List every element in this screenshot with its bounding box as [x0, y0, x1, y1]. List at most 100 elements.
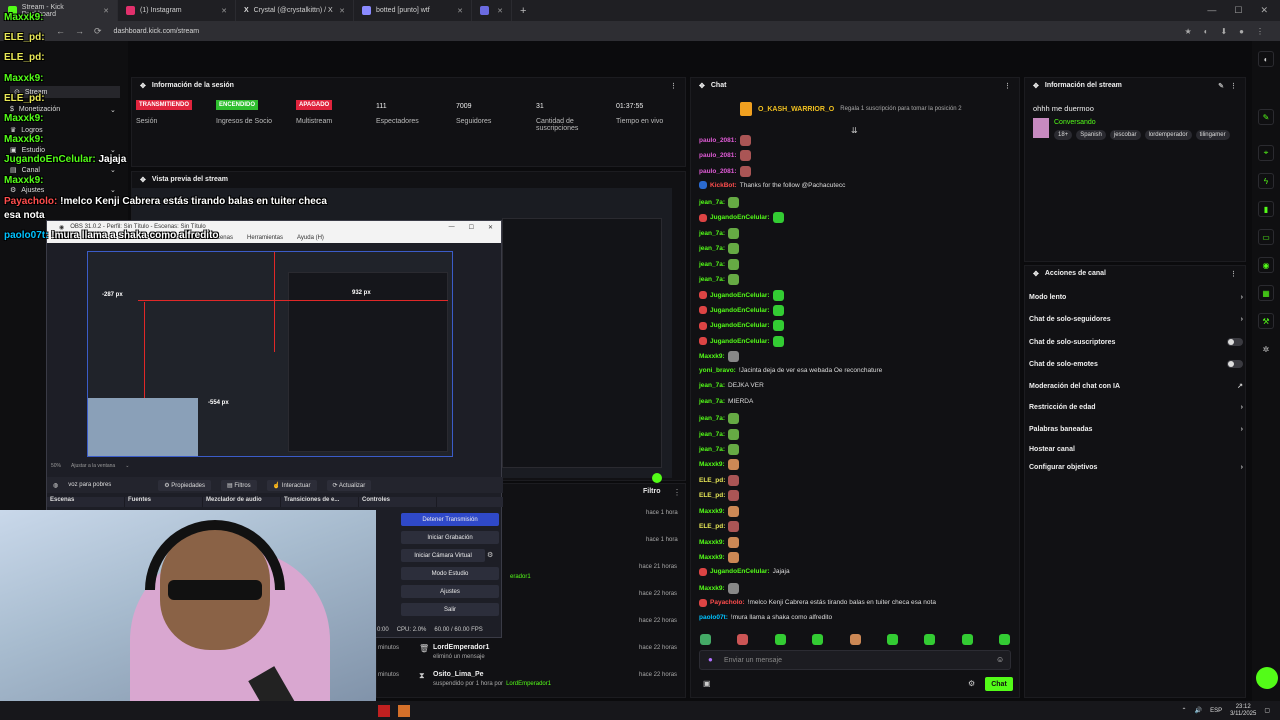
url-field[interactable]: dashboard.kick.com/stream — [114, 28, 200, 35]
chat-username[interactable]: Maxxk9: — [699, 461, 725, 468]
properties-button[interactable]: ⚙ Propiedades — [158, 479, 211, 491]
chat-username[interactable]: jean_7a: — [699, 431, 725, 438]
close-window-icon[interactable]: ✕ — [1260, 5, 1268, 16]
action-slow-mode[interactable]: Modo lento › — [1029, 294, 1243, 301]
notifications-icon[interactable]: ▢ — [1264, 707, 1270, 714]
forward-icon[interactable]: → — [75, 26, 84, 37]
emote-icon[interactable] — [849, 634, 861, 645]
emote-icon[interactable] — [999, 634, 1010, 645]
minimize-icon[interactable]: — — [1207, 5, 1216, 16]
zoom-select[interactable]: Ajustar a la ventana — [71, 463, 115, 469]
drag-handle-icon[interactable]: ✥ — [699, 82, 705, 90]
broadcast-icon[interactable]: ◉ — [1258, 257, 1274, 273]
filters-button[interactable]: ▤ Filtros — [221, 479, 257, 491]
chat-username[interactable]: jean_7a: — [699, 415, 725, 422]
action-host-channel[interactable]: Hostear canal — [1029, 446, 1243, 453]
send-chat-button[interactable]: Chat — [985, 677, 1013, 691]
menu-ayuda[interactable]: Ayuda (H) — [297, 235, 324, 241]
filter-button[interactable]: Filtro — [643, 488, 661, 495]
extension-icon[interactable]: ◐ — [1204, 27, 1209, 36]
drag-handle-icon[interactable]: ✥ — [140, 176, 146, 184]
pinned-user[interactable]: O_KASH_WARRIOR_O — [758, 106, 834, 113]
pencil-icon[interactable]: ✎ — [1258, 109, 1274, 125]
minimize-icon[interactable]: — — [449, 224, 455, 231]
more-icon[interactable]: ⋮ — [1004, 82, 1011, 90]
action-ai-moderation[interactable]: Moderación del chat con IA ↗ — [1029, 382, 1243, 391]
obs-taskbar-icon[interactable] — [378, 704, 390, 717]
action-emotes-only[interactable]: Chat de solo-emotes — [1029, 360, 1243, 368]
chat-username[interactable]: Maxxk9: — [699, 554, 725, 561]
emote-icon[interactable] — [924, 634, 936, 645]
new-tab-icon[interactable]: + — [512, 5, 534, 17]
target-icon[interactable]: ⌖ — [1258, 145, 1274, 161]
log-moderator[interactable]: LordEmperador1 — [506, 681, 551, 687]
chat-username[interactable]: ELE_pd: — [699, 492, 725, 499]
chat-username[interactable]: Maxxk9: — [699, 508, 725, 515]
layout-icon[interactable]: ▦ — [1258, 285, 1274, 301]
drag-handle-icon[interactable]: ✥ — [1033, 270, 1039, 278]
tag[interactable]: lordemperador — [1144, 130, 1192, 140]
close-icon[interactable]: ✕ — [488, 224, 493, 231]
scroll-down-icon[interactable]: ⇊ — [851, 126, 858, 135]
chat-username[interactable]: KickBot: — [710, 182, 737, 189]
chat-username[interactable]: paulo_2081: — [699, 168, 737, 175]
chat-username[interactable]: paolo07t: — [699, 614, 728, 621]
stop-stream-button[interactable]: Detener Transmisión — [401, 513, 499, 526]
maximize-icon[interactable]: ☐ — [469, 224, 474, 231]
chat-username[interactable]: jean_7a: — [699, 446, 725, 453]
toggle-switch[interactable] — [1227, 338, 1243, 346]
close-icon[interactable]: ✕ — [497, 7, 503, 15]
virtual-camera-settings-icon[interactable]: ⚙ — [487, 551, 493, 559]
settings-button[interactable]: Ajustes — [401, 585, 499, 598]
chat-username[interactable]: jean_7a: — [699, 382, 725, 389]
start-recording-button[interactable]: Iniciar Grabación — [401, 531, 499, 544]
nav-item-ajustes[interactable]: ⚙ Ajustes ⌄ — [10, 186, 116, 195]
emote-icon[interactable] — [812, 634, 824, 645]
chat-username[interactable]: JugandoEnCelular: — [710, 568, 770, 575]
chat-bubble-icon[interactable]: ▭ — [1258, 229, 1274, 245]
refresh-button[interactable]: ⟳ Actualizar — [326, 479, 372, 491]
bookmark-star-icon[interactable]: ★ — [1184, 27, 1191, 36]
category-name[interactable]: Conversando — [1054, 119, 1096, 126]
kick-chat-fab-icon[interactable] — [1256, 667, 1278, 689]
menu-herramientas[interactable]: Herramientas — [247, 235, 283, 241]
toggle-switch[interactable] — [1227, 360, 1243, 368]
nav-item-canal[interactable]: ▤ Canal ⌄ — [10, 166, 116, 175]
chat-username[interactable]: jean_7a: — [699, 261, 725, 268]
chat-username[interactable]: paulo_2081: — [699, 152, 737, 159]
language-indicator[interactable]: ESP — [1210, 708, 1222, 714]
action-age-restriction[interactable]: Restricción de edad › — [1029, 404, 1243, 411]
downloads-icon[interactable]: ⬇ — [1220, 27, 1227, 36]
chat-username[interactable]: ELE_pd: — [699, 523, 725, 530]
clipboard-icon[interactable]: ▮ — [1258, 201, 1274, 217]
action-banned-words[interactable]: Palabras baneadas › — [1029, 426, 1243, 433]
tab-x[interactable]: X Crystal (@crystalkittn) / X ✕ — [236, 0, 354, 21]
chat-username[interactable]: paulo_2081: — [699, 137, 737, 144]
chat-username[interactable]: JugandoEnCelular: — [710, 292, 770, 299]
chat-username[interactable]: JugandoEnCelular: — [710, 307, 770, 314]
tab-botted[interactable]: botted [punto] wtf ✕ — [354, 0, 472, 21]
menu-icon[interactable]: ⋮ — [1256, 27, 1264, 36]
interact-button[interactable]: ☝ Interactuar — [266, 479, 317, 491]
chat-username[interactable]: jean_7a: — [699, 276, 725, 283]
chat-username[interactable]: Maxxk9: — [699, 539, 725, 546]
chat-username[interactable]: jean_7a: — [699, 199, 725, 206]
nav-item-estudio[interactable]: ▣ Estudio ⌄ — [10, 146, 116, 155]
back-icon[interactable]: ← — [56, 26, 65, 37]
emote-icon[interactable] — [737, 634, 749, 645]
more-icon[interactable]: ⋮ — [670, 82, 677, 90]
close-icon[interactable]: ✕ — [221, 7, 227, 15]
wrench-icon[interactable]: ⚒ — [1258, 313, 1274, 329]
virtual-camera-button[interactable]: Iniciar Cámara Virtual — [401, 549, 485, 562]
chat-input[interactable]: Enviar un mensaje — [699, 650, 1011, 670]
close-icon[interactable]: ✕ — [339, 7, 345, 15]
notification-icon[interactable]: ◐ — [1258, 51, 1274, 67]
volume-icon[interactable]: 🔊 — [1195, 707, 1202, 714]
close-icon[interactable]: ✕ — [103, 7, 109, 15]
clock[interactable]: 23:12 3/11/2025 — [1230, 704, 1256, 718]
nav-item-monetizacion[interactable]: $ Monetización ⌄ — [10, 106, 116, 114]
chat-username[interactable]: jean_7a: — [699, 245, 725, 252]
tab-extra[interactable]: ✕ — [472, 0, 512, 21]
app-taskbar-icon[interactable] — [398, 704, 410, 717]
chat-settings-icon[interactable]: ⚙ — [968, 679, 975, 688]
